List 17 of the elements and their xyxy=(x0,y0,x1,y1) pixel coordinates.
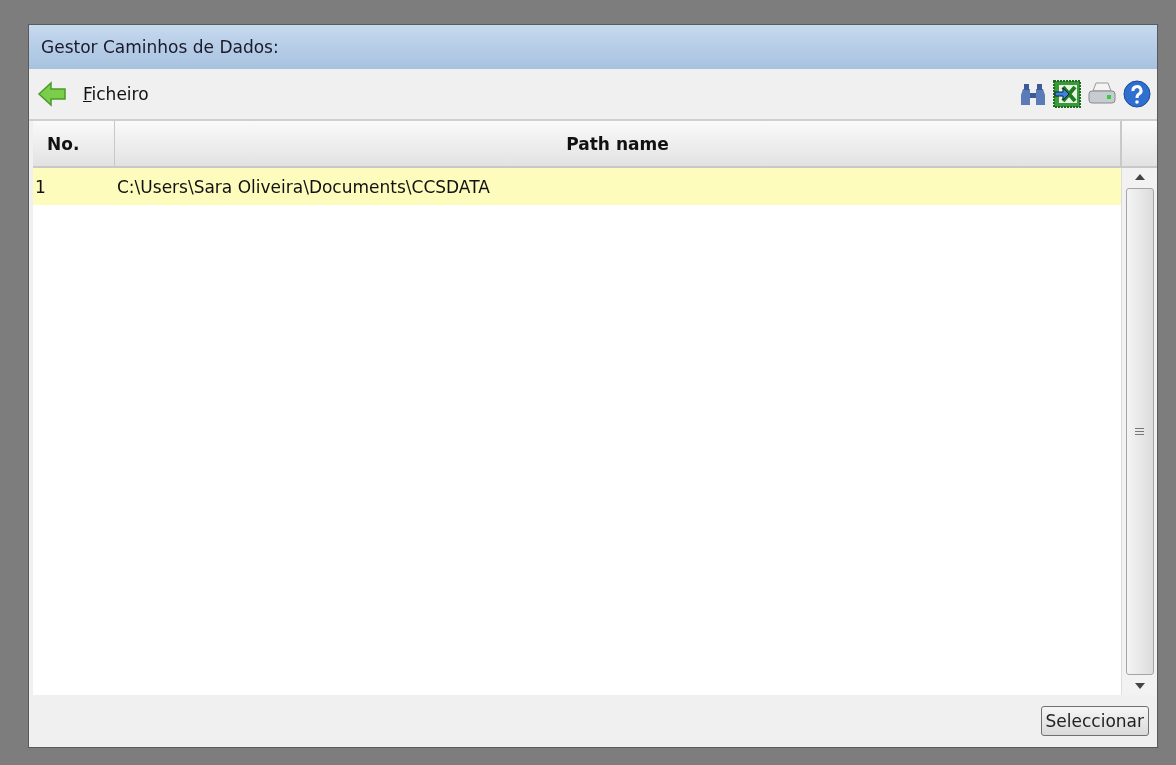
help-icon[interactable] xyxy=(1123,80,1151,108)
table-cell-text: C:\Users\Sara Oliveira\Documents\CCSDATA xyxy=(116,176,491,197)
column-header[interactable]: No. xyxy=(33,121,115,168)
table-row[interactable]: 1 C:\Users\Sara Oliveira\Documents\CCSDATA xyxy=(33,168,1121,205)
table-cell-text: 1 xyxy=(34,176,47,197)
scroll-thumb[interactable] xyxy=(1125,188,1154,675)
spreadsheet-export-icon[interactable] xyxy=(1053,80,1081,108)
back-arrow-icon[interactable] xyxy=(37,81,67,107)
scrollbar[interactable] xyxy=(1121,168,1157,695)
select-button[interactable]: Seleccionar xyxy=(1040,706,1149,736)
window-title: Gestor Caminhos de Dados: xyxy=(41,37,279,57)
grip-icon xyxy=(1135,428,1144,435)
column-header[interactable]: Path name xyxy=(115,121,1121,168)
binoculars-icon[interactable] xyxy=(1019,81,1047,107)
scroll-down-icon[interactable] xyxy=(1134,683,1145,689)
scroll-up-icon[interactable] xyxy=(1134,174,1145,180)
file-menu[interactable]: Ficheiro xyxy=(79,84,153,104)
